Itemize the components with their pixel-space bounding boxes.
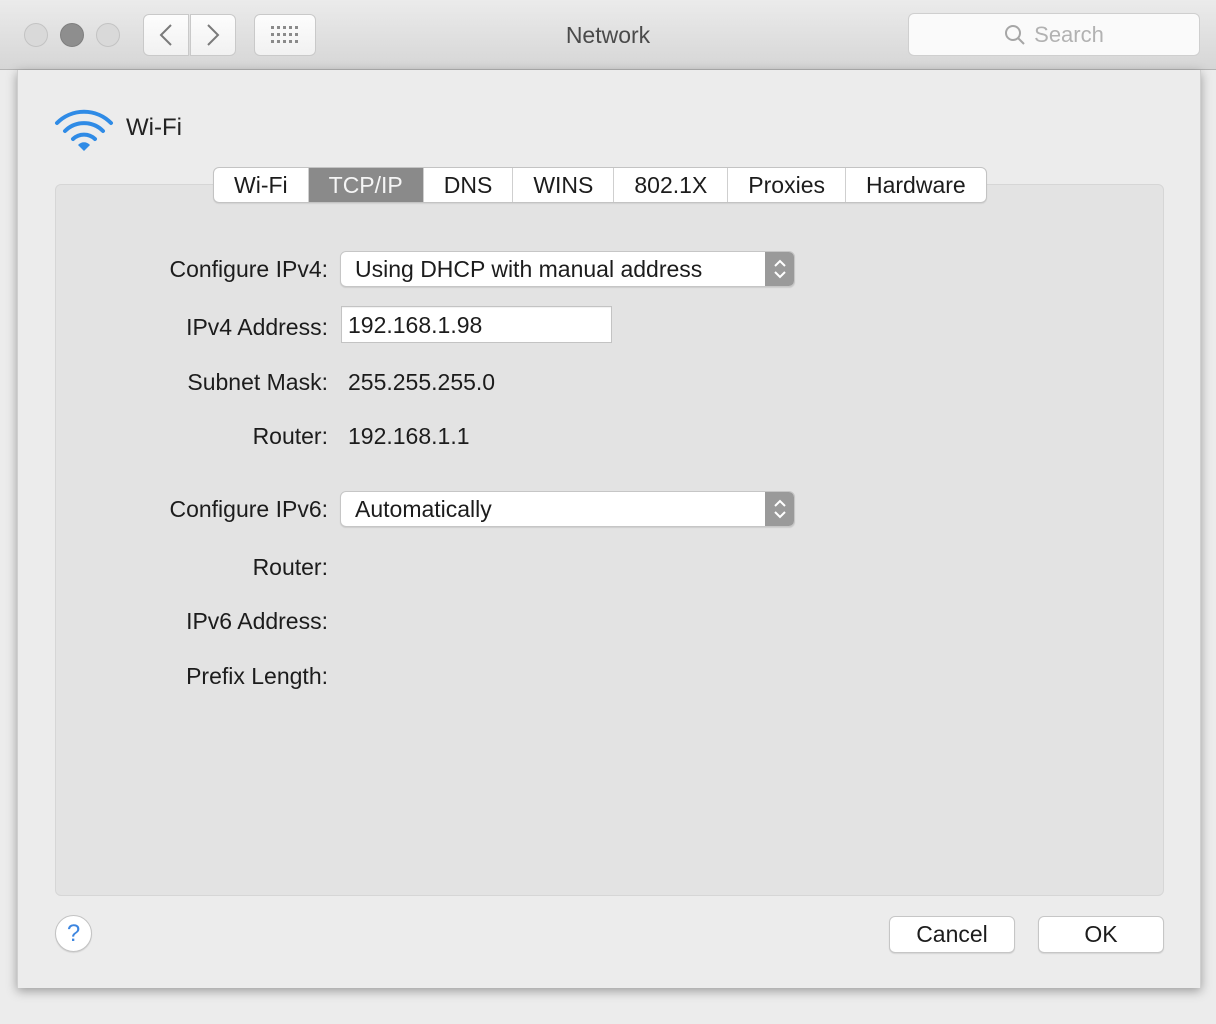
configure-ipv6-label: Configure IPv6: <box>169 496 328 522</box>
configure-ipv6-value: Automatically <box>355 496 492 522</box>
tab-proxies[interactable]: Proxies <box>728 168 846 202</box>
tab-tcpip[interactable]: TCP/IP <box>308 168 424 202</box>
search-icon <box>1005 24 1025 45</box>
settings-panel <box>55 184 1164 896</box>
tab-wins[interactable]: WINS <box>513 168 615 202</box>
subnet-mask-label: Subnet Mask: <box>187 369 328 395</box>
prefix-length-label: Prefix Length: <box>186 663 328 689</box>
tab-hardware[interactable]: Hardware <box>846 168 986 202</box>
configure-ipv4-popup[interactable]: Using DHCP with manual address <box>340 251 795 287</box>
tab-dns[interactable]: DNS <box>424 168 514 202</box>
search-field[interactable]: Search <box>908 13 1200 56</box>
configure-ipv4-value: Using DHCP with manual address <box>355 256 703 282</box>
tab-wifi[interactable]: Wi-Fi <box>214 168 309 202</box>
ipv6-router-label: Router: <box>252 554 328 580</box>
updown-arrows-icon <box>765 252 794 286</box>
network-preferences-window: Network Search Wi-Fi Wi-Fi TCP/IP DNS WI… <box>0 0 1216 1024</box>
updown-arrows-icon <box>765 492 794 526</box>
ipv6-address-label: IPv6 Address: <box>186 608 328 634</box>
help-button[interactable]: ? <box>55 915 92 952</box>
ipv4-router-value: 192.168.1.1 <box>348 423 470 449</box>
advanced-settings-sheet: Wi-Fi Wi-Fi TCP/IP DNS WINS 802.1X Proxi… <box>17 70 1201 988</box>
interface-name: Wi-Fi <box>126 114 182 141</box>
ipv4-address-field[interactable]: 192.168.1.98 <box>341 306 612 343</box>
tab-8021x[interactable]: 802.1X <box>614 168 729 202</box>
ok-button[interactable]: OK <box>1038 916 1164 953</box>
cancel-button[interactable]: Cancel <box>889 916 1015 953</box>
ipv4-address-label: IPv4 Address: <box>186 314 328 340</box>
ipv4-router-label: Router: <box>252 423 328 449</box>
configure-ipv4-label: Configure IPv4: <box>169 256 328 282</box>
title-bar: Network Search <box>0 0 1216 70</box>
ipv4-address-value: 192.168.1.98 <box>348 312 483 338</box>
subnet-mask-value: 255.255.255.0 <box>348 369 496 395</box>
wifi-icon <box>55 109 113 151</box>
search-placeholder: Search <box>1034 21 1104 47</box>
configure-ipv6-popup[interactable]: Automatically <box>340 491 795 527</box>
tab-bar: Wi-Fi TCP/IP DNS WINS 802.1X Proxies Har… <box>213 167 987 203</box>
